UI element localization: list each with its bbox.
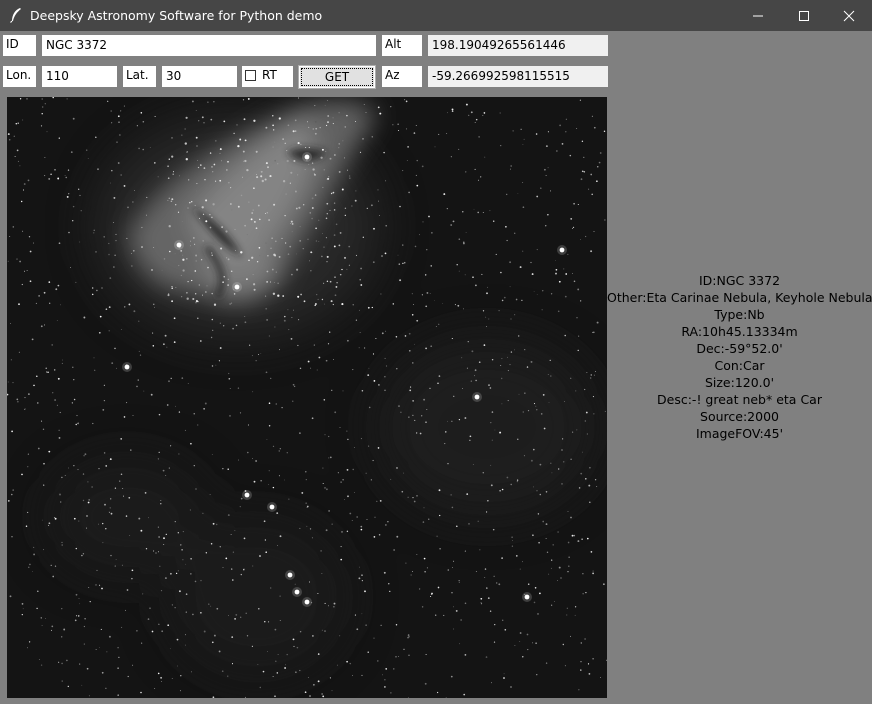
info-source: Source:2000 bbox=[700, 409, 779, 424]
az-value-field[interactable]: -59.266992598115515 bbox=[428, 66, 608, 87]
info-ra: RA:10h45.13334m bbox=[681, 324, 798, 339]
window-title: Deepsky Astronomy Software for Python de… bbox=[30, 8, 323, 23]
alt-label: Alt bbox=[382, 35, 422, 56]
close-button[interactable] bbox=[826, 0, 872, 31]
info-size: Size:120.0' bbox=[704, 375, 775, 390]
minimize-icon bbox=[753, 15, 763, 17]
maximize-button[interactable] bbox=[781, 0, 827, 31]
get-button[interactable]: GET bbox=[298, 65, 376, 89]
rt-label: RT bbox=[262, 68, 277, 82]
rt-checkbox[interactable]: RT bbox=[242, 66, 293, 87]
id-input[interactable]: NGC 3372 bbox=[42, 35, 376, 56]
sky-image bbox=[7, 97, 607, 698]
close-icon bbox=[843, 10, 855, 22]
lat-label: Lat. bbox=[123, 66, 156, 87]
info-desc: Desc:-! great neb* eta Car bbox=[657, 392, 822, 407]
lon-input[interactable]: 110 bbox=[42, 66, 117, 87]
info-other: Other:Eta Carinae Nebula, Keyhole Nebula bbox=[607, 290, 872, 305]
info-fov: ImageFOV:45' bbox=[695, 426, 784, 441]
id-label: ID bbox=[3, 35, 36, 56]
object-info-panel: ID:NGC 3372 Other:Eta Carinae Nebula, Ke… bbox=[607, 272, 872, 442]
feather-icon bbox=[9, 7, 23, 23]
sky-image-render bbox=[7, 97, 607, 698]
maximize-icon bbox=[799, 11, 809, 21]
title-bar: Deepsky Astronomy Software for Python de… bbox=[0, 0, 872, 31]
lon-label: Lon. bbox=[3, 66, 36, 87]
info-type: Type:Nb bbox=[714, 307, 765, 322]
alt-value-field[interactable]: 198.19049265561446 bbox=[428, 35, 608, 56]
info-con: Con:Car bbox=[714, 358, 765, 373]
lat-input[interactable]: 30 bbox=[162, 66, 237, 87]
minimize-button[interactable] bbox=[735, 0, 781, 31]
checkbox-box bbox=[245, 70, 256, 81]
info-id: ID:NGC 3372 bbox=[698, 273, 781, 288]
az-label: Az bbox=[382, 66, 422, 87]
info-dec: Dec:-59°52.0' bbox=[696, 341, 783, 356]
